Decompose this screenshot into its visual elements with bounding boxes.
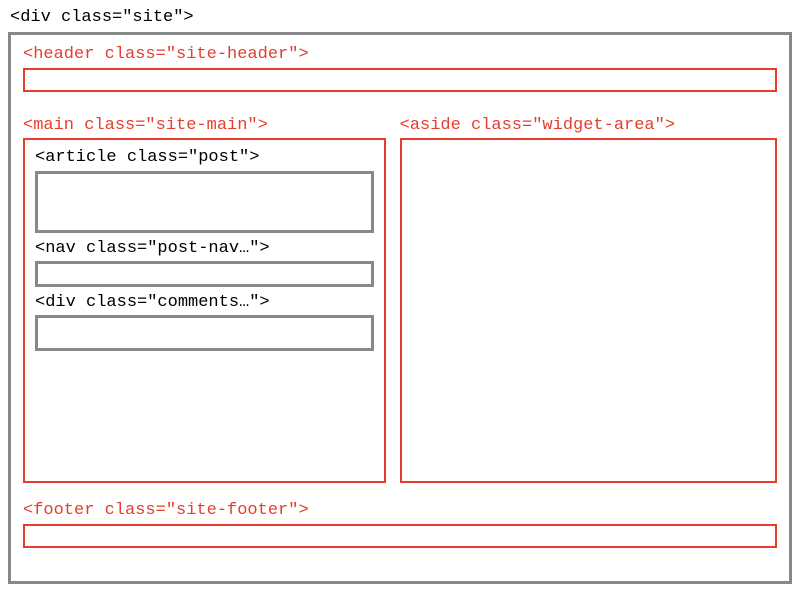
postnav-label: <nav class="post-nav…"> xyxy=(35,239,374,259)
site-main-column: <main class="site-main"> <article class=… xyxy=(23,116,386,483)
footer-wrap: <footer class="site-footer"> xyxy=(23,501,777,547)
site-box: <header class="site-header"> <main class… xyxy=(8,32,792,584)
comments-section: <div class="comments…"> xyxy=(35,293,374,351)
post-label: <article class="post"> xyxy=(35,148,374,168)
comments-label: <div class="comments…"> xyxy=(35,293,374,313)
postnav-box xyxy=(35,261,374,287)
site-header-box xyxy=(23,68,777,92)
post-section: <article class="post"> xyxy=(35,148,374,232)
middle-row: <main class="site-main"> <article class=… xyxy=(23,116,777,483)
widget-area-box xyxy=(400,138,777,483)
site-main-label: <main class="site-main"> xyxy=(23,116,386,136)
comments-box xyxy=(35,315,374,351)
post-box xyxy=(35,171,374,233)
site-footer-label: <footer class="site-footer"> xyxy=(23,501,777,521)
site-label: <div class="site"> xyxy=(10,8,792,28)
widget-column: <aside class="widget-area"> xyxy=(400,116,777,483)
site-footer-box xyxy=(23,524,777,548)
postnav-section: <nav class="post-nav…"> xyxy=(35,239,374,287)
site-main-box: <article class="post"> <nav class="post-… xyxy=(23,138,386,483)
widget-area-label: <aside class="widget-area"> xyxy=(400,116,777,136)
site-header-label: <header class="site-header"> xyxy=(23,45,777,65)
